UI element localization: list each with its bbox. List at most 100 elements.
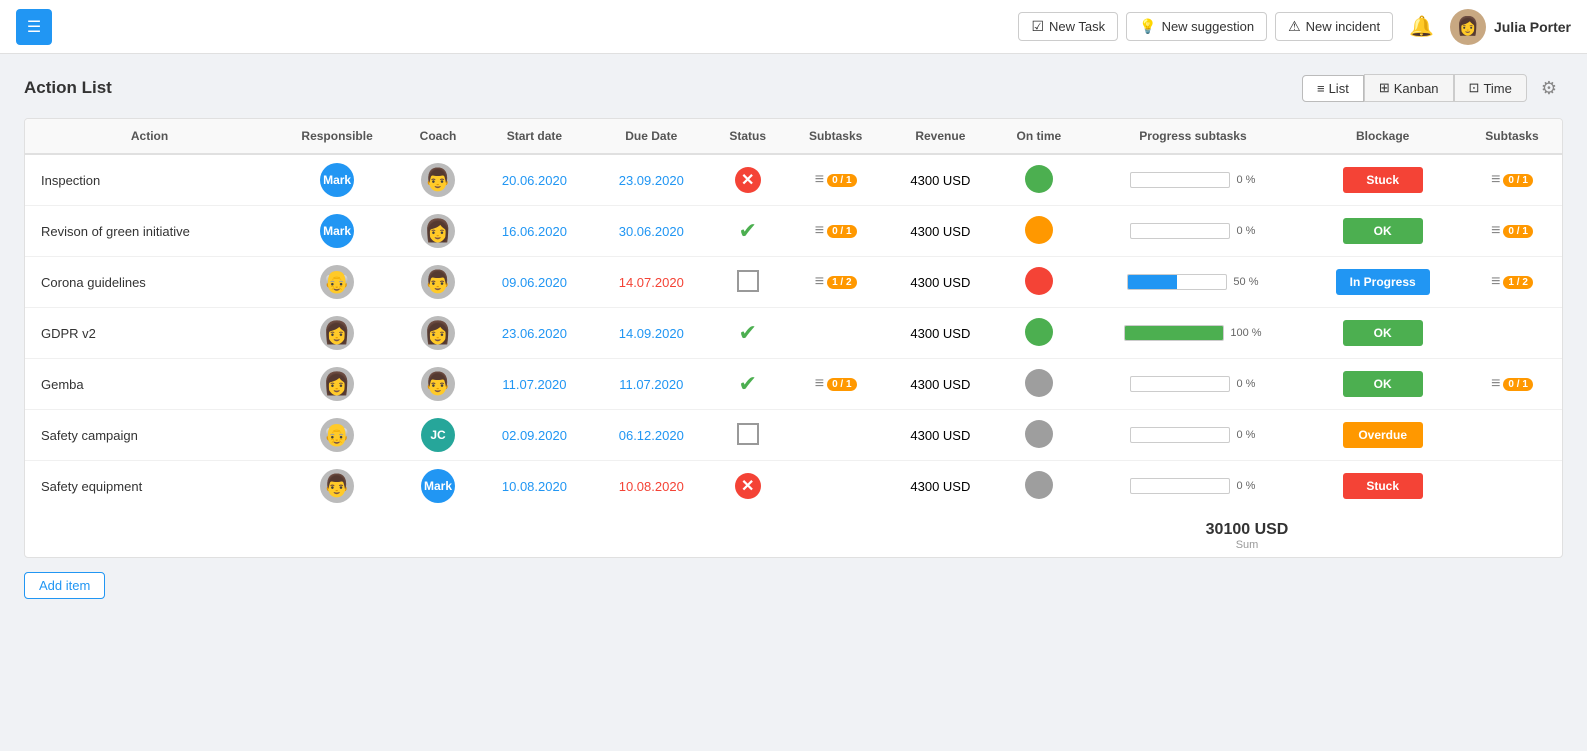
cell-responsible: 👩 (274, 308, 400, 359)
blockage-badge[interactable]: Overdue (1343, 422, 1423, 448)
cell-on-time (995, 154, 1082, 206)
cell-coach: JC (400, 410, 476, 461)
progress-bar[interactable] (1130, 376, 1230, 392)
cell-due-date[interactable]: 10.08.2020 (593, 461, 710, 512)
cell-coach: 👨 (400, 154, 476, 206)
col-start-date: Start date (476, 119, 593, 154)
cell-due-date[interactable]: 30.06.2020 (593, 206, 710, 257)
avatar: 👨 (320, 469, 354, 503)
subtask-count: 0 / 1 (827, 225, 856, 238)
progress-bar[interactable] (1130, 427, 1230, 443)
cell-blockage[interactable]: Stuck (1303, 461, 1462, 512)
progress-bar[interactable] (1124, 325, 1224, 341)
subtask-count: 0 / 1 (827, 174, 856, 187)
cell-blockage[interactable]: Stuck (1303, 154, 1462, 206)
blockage-badge[interactable]: OK (1343, 371, 1423, 397)
user-profile[interactable]: 👩 Julia Porter (1450, 9, 1571, 45)
cell-revenue: 4300 USD (886, 154, 996, 206)
cell-due-date[interactable]: 14.09.2020 (593, 308, 710, 359)
action-table: Action Responsible Coach Start date Due … (25, 119, 1562, 511)
new-incident-button[interactable]: ⚠ New incident (1275, 12, 1393, 41)
on-time-indicator (1025, 216, 1053, 244)
cell-status[interactable] (710, 257, 786, 308)
cell-action: Revison of green initiative (25, 206, 274, 257)
on-time-indicator (1025, 420, 1053, 448)
cell-start-date[interactable]: 02.09.2020 (476, 410, 593, 461)
cell-revenue: 4300 USD (886, 359, 996, 410)
table-row: Safety campaign👴JC02.09.202006.12.202043… (25, 410, 1562, 461)
cell-status[interactable]: ✕ (710, 461, 786, 512)
cell-revenue: 4300 USD (886, 461, 996, 512)
avatar: JC (421, 418, 455, 452)
cell-blockage[interactable]: OK (1303, 308, 1462, 359)
table-row: Revison of green initiativeMark👩16.06.20… (25, 206, 1562, 257)
cell-responsible: Mark (274, 206, 400, 257)
cell-subtasks2 (1462, 410, 1562, 461)
cell-blockage[interactable]: Overdue (1303, 410, 1462, 461)
cell-blockage[interactable]: In Progress (1303, 257, 1462, 308)
blockage-badge[interactable]: OK (1343, 320, 1423, 346)
cell-status[interactable]: ✔ (710, 359, 786, 410)
table-header-row: Action Responsible Coach Start date Due … (25, 119, 1562, 154)
col-subtasks: Subtasks (786, 119, 886, 154)
cell-progress: 0 % (1083, 359, 1304, 410)
cell-progress: 0 % (1083, 206, 1304, 257)
cell-start-date[interactable]: 16.06.2020 (476, 206, 593, 257)
blockage-badge[interactable]: In Progress (1336, 269, 1430, 295)
progress-bar[interactable] (1127, 274, 1227, 290)
cell-due-date[interactable]: 06.12.2020 (593, 410, 710, 461)
subtask2-count: 1 / 2 (1503, 276, 1532, 289)
progress-bar[interactable] (1130, 223, 1230, 239)
new-suggestion-button[interactable]: 💡 New suggestion (1126, 12, 1267, 41)
col-responsible: Responsible (274, 119, 400, 154)
cell-status[interactable]: ✔ (710, 308, 786, 359)
cell-due-date[interactable]: 11.07.2020 (593, 359, 710, 410)
cell-due-date[interactable]: 14.07.2020 (593, 257, 710, 308)
cell-status[interactable]: ✔ (710, 206, 786, 257)
blockage-badge[interactable]: Stuck (1343, 473, 1423, 499)
cell-status[interactable]: ✕ (710, 154, 786, 206)
x-icon: ✕ (735, 167, 761, 193)
subtask2-count: 0 / 1 (1503, 378, 1532, 391)
cell-responsible: 👩 (274, 359, 400, 410)
cell-on-time (995, 461, 1082, 512)
avatar: 👨 (421, 163, 455, 197)
col-status: Status (710, 119, 786, 154)
cell-due-date[interactable]: 23.09.2020 (593, 154, 710, 206)
cell-progress: 0 % (1083, 410, 1304, 461)
new-task-button[interactable]: ☑ New Task (1018, 12, 1118, 41)
subtasks-icon: ≡ (815, 222, 824, 240)
cell-subtasks2: ≡ 0 / 1 (1462, 206, 1562, 257)
table-row: Gemba👩👨11.07.202011.07.2020✔ ≡ 0 / 1 430… (25, 359, 1562, 410)
time-icon: ⊡ (1469, 80, 1480, 96)
cell-start-date[interactable]: 11.07.2020 (476, 359, 593, 410)
bell-button[interactable]: 🔔 (1401, 10, 1442, 43)
on-time-indicator (1025, 471, 1053, 499)
blockage-badge[interactable]: Stuck (1343, 167, 1423, 193)
cell-coach: 👨 (400, 359, 476, 410)
menu-button[interactable]: ☰ (16, 9, 52, 45)
list-view-button[interactable]: ≡ List (1302, 75, 1364, 102)
progress-bar[interactable] (1130, 172, 1230, 188)
cell-status[interactable] (710, 410, 786, 461)
subtasks-icon: ≡ (815, 273, 824, 291)
settings-button[interactable]: ⚙ (1535, 78, 1563, 99)
blockage-badge[interactable]: OK (1343, 218, 1423, 244)
add-item-button[interactable]: Add item (24, 572, 105, 599)
subtasks2-icon: ≡ (1491, 222, 1500, 240)
view-switcher: ≡ List ⊞ Kanban ⊡ Time (1302, 74, 1527, 102)
cell-subtasks2: ≡ 1 / 2 (1462, 257, 1562, 308)
cell-blockage[interactable]: OK (1303, 206, 1462, 257)
cell-subtasks (786, 410, 886, 461)
cell-responsible: Mark (274, 154, 400, 206)
cell-start-date[interactable]: 23.06.2020 (476, 308, 593, 359)
cell-blockage[interactable]: OK (1303, 359, 1462, 410)
subtasks2-icon: ≡ (1491, 171, 1500, 189)
progress-bar[interactable] (1130, 478, 1230, 494)
cell-start-date[interactable]: 10.08.2020 (476, 461, 593, 512)
kanban-view-button[interactable]: ⊞ Kanban (1364, 74, 1454, 102)
time-view-button[interactable]: ⊡ Time (1454, 74, 1527, 102)
cell-start-date[interactable]: 09.06.2020 (476, 257, 593, 308)
col-action: Action (25, 119, 274, 154)
cell-start-date[interactable]: 20.06.2020 (476, 154, 593, 206)
